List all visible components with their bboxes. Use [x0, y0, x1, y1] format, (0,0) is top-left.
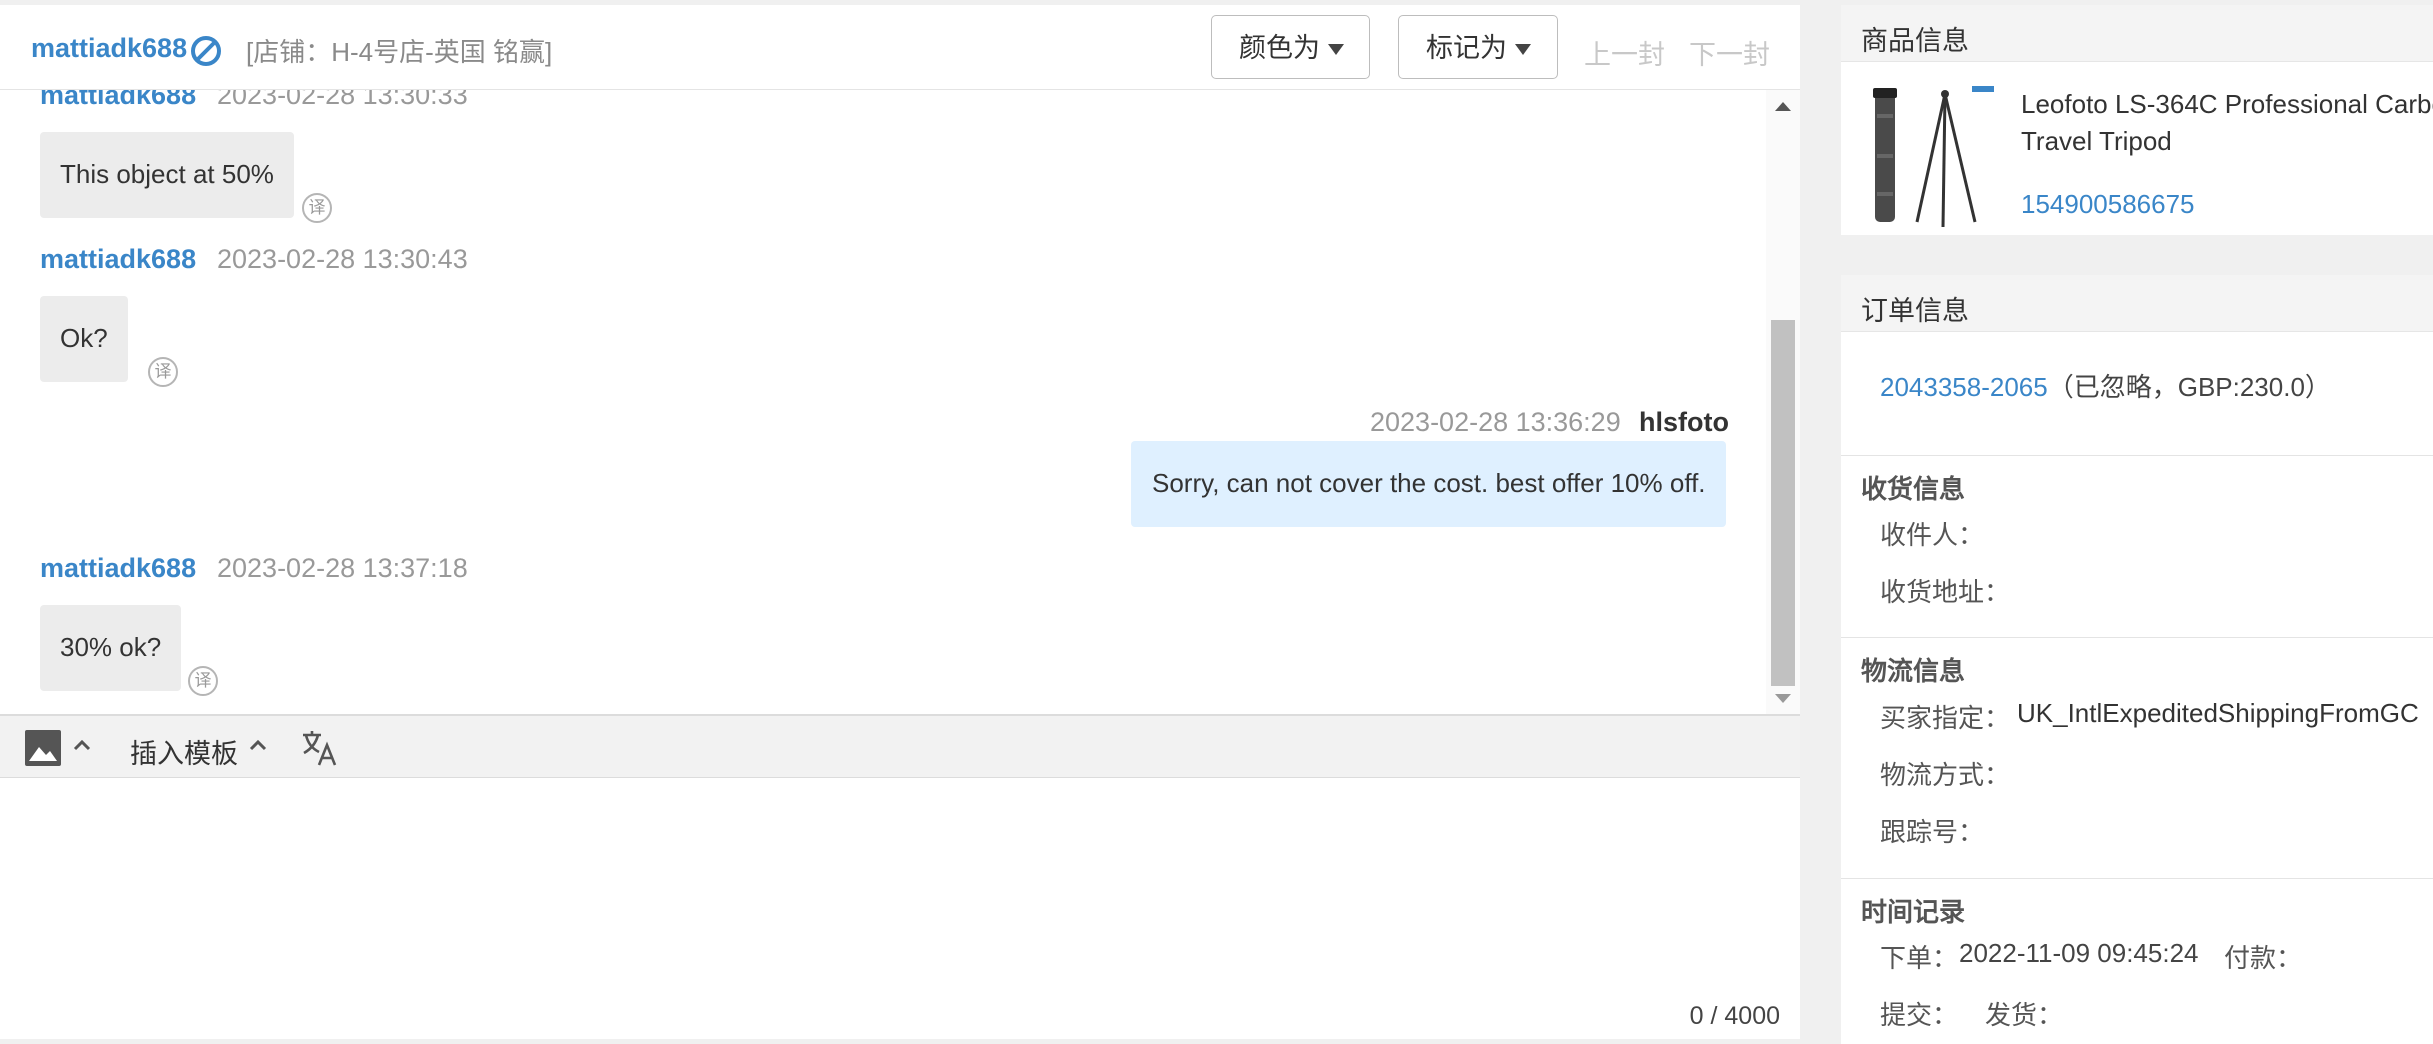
- message-time: 2023-02-28 13:30:33: [217, 90, 468, 110]
- message-bubble: Ok?: [40, 296, 128, 382]
- order-summary: 2043358-2065（已忽略，GBP:230.0）: [1880, 367, 2331, 404]
- message-time: 2023-02-28 13:36:29: [1370, 407, 1621, 437]
- time-record-title: 时间记录: [1861, 897, 1966, 927]
- chevron-up-icon[interactable]: [248, 738, 268, 752]
- message-bubble: This object at 50%: [40, 132, 294, 218]
- message-sender[interactable]: mattiadk688: [40, 244, 196, 275]
- scroll-thumb[interactable]: [1771, 320, 1795, 686]
- mark-as-label: 标记为: [1426, 33, 1507, 63]
- payment-time-label: 付款：: [2224, 943, 2303, 973]
- char-counter: 0 / 4000: [1689, 1002, 1780, 1030]
- product-info-header: 商品信息: [1841, 5, 2433, 62]
- order-info-card: 订单信息 2043358-2065（已忽略，GBP:230.0） 收货信息 收件…: [1841, 275, 2433, 1044]
- logistics-info-title: 物流信息: [1861, 656, 1966, 686]
- translate-icon[interactable]: 译: [188, 666, 218, 696]
- tracking-number-label: 跟踪号：: [1880, 817, 1985, 847]
- divider: [1841, 878, 2433, 879]
- color-as-dropdown[interactable]: 颜色为: [1211, 15, 1370, 79]
- order-status: （已忽略，GBP:230.0）: [2047, 372, 2331, 402]
- divider: [1841, 637, 2433, 638]
- message-sender: hlsfoto: [1639, 407, 1729, 437]
- scroll-down-arrow[interactable]: [1775, 694, 1791, 703]
- message-scrollbar[interactable]: [1766, 90, 1800, 714]
- scroll-up-arrow[interactable]: [1775, 102, 1791, 111]
- order-info-header: 订单信息: [1841, 275, 2433, 332]
- buyer-choice-label: 买家指定：: [1880, 703, 2011, 733]
- shipping-info-title: 收货信息: [1861, 474, 1966, 504]
- store-label: [店铺：H-4号店-英国 铭赢]: [246, 37, 553, 67]
- message-bubble: 30% ok?: [40, 605, 182, 691]
- translate-icon[interactable]: 译: [302, 193, 332, 223]
- chat-header: mattiadk688 [店铺：H-4号店-英国 铭赢] 颜色为 标记为 上一封…: [0, 5, 1800, 90]
- translate-icon[interactable]: 译: [148, 357, 178, 387]
- order-time-label: 下单：: [1880, 943, 1959, 973]
- caret-down-icon: [1328, 44, 1344, 56]
- message-time: 2023-02-28 13:37:18: [217, 553, 468, 583]
- message-bubble-outgoing: Sorry, can not cover the cost. best offe…: [1131, 441, 1726, 527]
- color-as-label: 颜色为: [1239, 33, 1320, 63]
- message-sender[interactable]: mattiadk688: [40, 553, 196, 584]
- address-label: 收货地址：: [1880, 577, 2011, 607]
- product-info-card: 商品信息 Leofoto LS-364C Professional Carbo …: [1841, 5, 2433, 235]
- prev-message-button[interactable]: 上一封: [1584, 33, 1665, 72]
- product-title-line1[interactable]: Leofoto LS-364C Professional Carbo: [2021, 89, 2433, 120]
- message-list: mattiadk688 2023-02-28 13:30:33 This obj…: [0, 90, 1766, 714]
- insert-template-button[interactable]: 插入模板: [130, 732, 238, 771]
- order-info-title: 订单信息: [1861, 296, 1969, 326]
- image-icon[interactable]: [25, 730, 61, 766]
- message-input-area[interactable]: 0 / 4000: [0, 778, 1800, 1039]
- product-info-title: 商品信息: [1861, 26, 1969, 56]
- message-sender[interactable]: mattiadk688: [40, 90, 196, 111]
- product-item-id-link[interactable]: 154900586675: [2021, 189, 2195, 220]
- chevron-up-icon[interactable]: [72, 738, 92, 752]
- order-time-value: 2022-11-09 09:45:24: [1959, 938, 2199, 968]
- chat-panel: mattiadk688 [店铺：H-4号店-英国 铭赢] 颜色为 标记为 上一封…: [0, 5, 1800, 1039]
- divider: [1841, 455, 2433, 456]
- ship-time-label: 发货：: [1985, 1000, 2064, 1030]
- buyer-choice-value: UK_IntlExpeditedShippingFromGC: [2017, 698, 2419, 728]
- shipping-method-label: 物流方式：: [1880, 760, 2011, 790]
- message-time: 2023-02-28 13:30:43: [217, 244, 468, 274]
- tripod-image[interactable]: [1868, 84, 1998, 230]
- product-title-line2[interactable]: Travel Tripod: [2021, 126, 2172, 157]
- buyer-username-link[interactable]: mattiadk688: [31, 33, 187, 64]
- ban-icon: [191, 36, 221, 66]
- mark-as-dropdown[interactable]: 标记为: [1398, 15, 1558, 79]
- caret-down-icon: [1515, 44, 1531, 56]
- submit-time-label: 提交：: [1880, 1000, 1959, 1030]
- recipient-label: 收件人：: [1880, 520, 1985, 550]
- order-id-link[interactable]: 2043358-2065: [1880, 372, 2048, 402]
- next-message-button[interactable]: 下一封: [1689, 33, 1770, 72]
- translate-toggle-icon[interactable]: [300, 728, 340, 768]
- composer-toolbar: 插入模板: [0, 714, 1800, 778]
